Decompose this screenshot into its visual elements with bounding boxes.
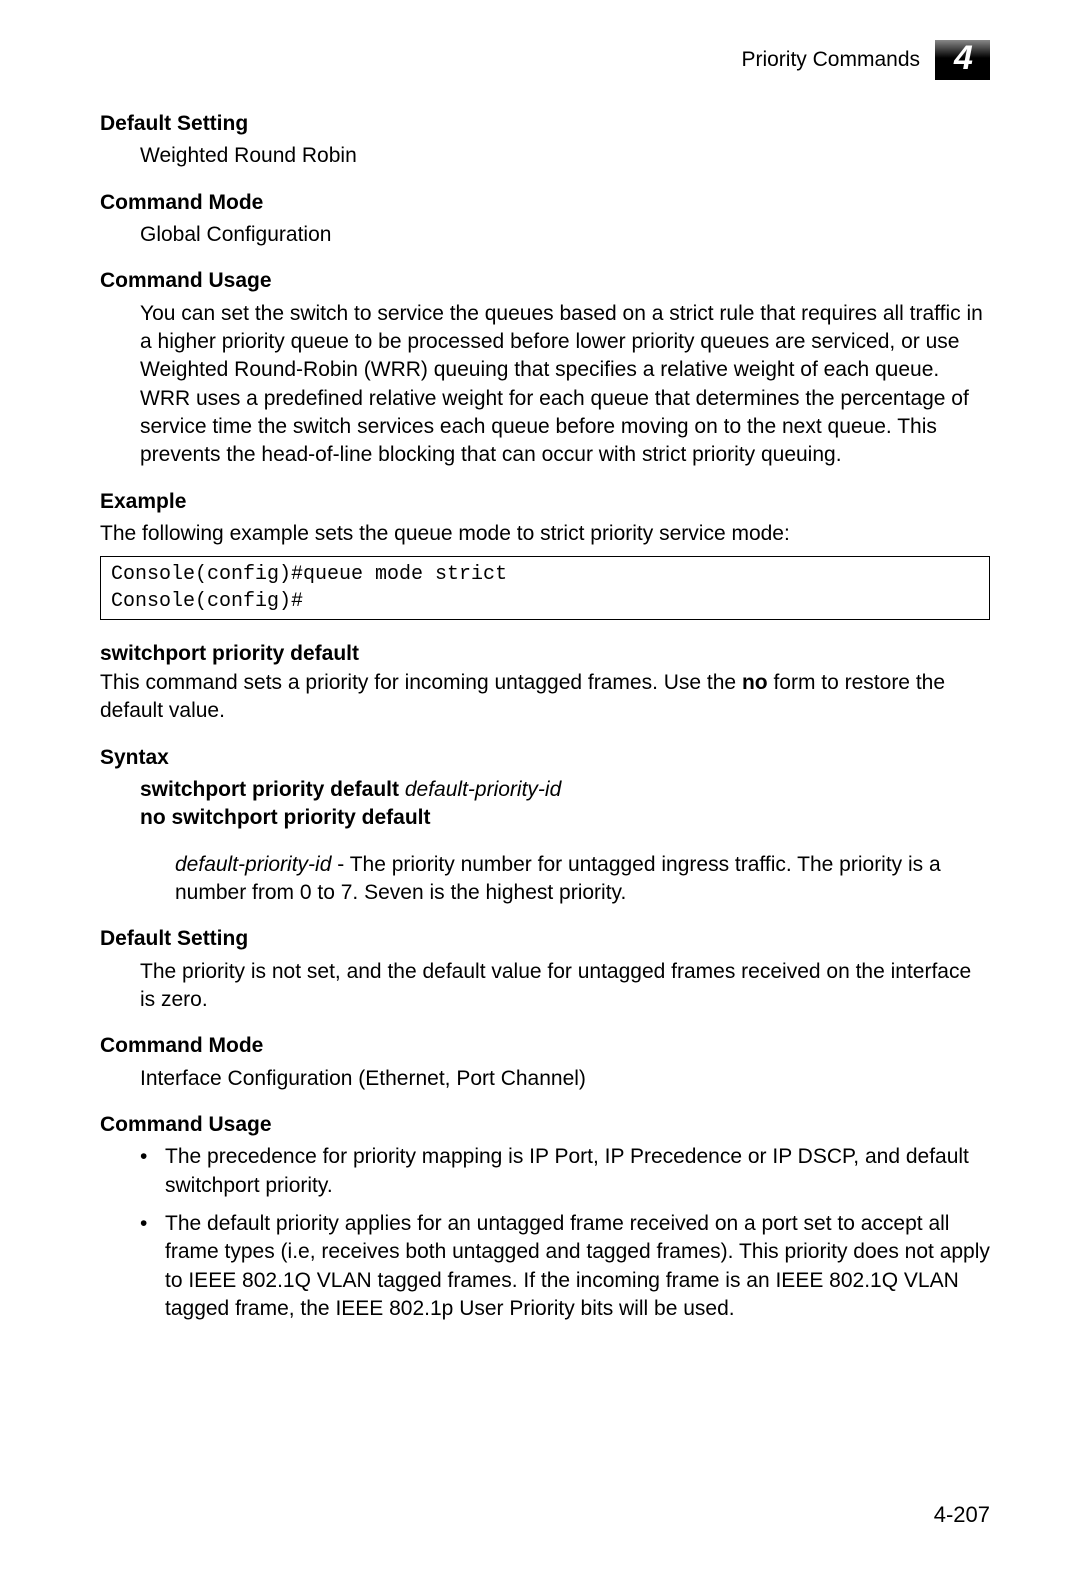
chapter-number: 4 (954, 36, 971, 82)
list-item: The precedence for priority mapping is I… (140, 1143, 990, 1200)
command-usage-heading-2: Command Usage (100, 1111, 990, 1139)
command-usage-heading: Command Usage (100, 267, 990, 295)
default-setting-body: Weighted Round Robin (140, 142, 990, 170)
page-number: 4-207 (934, 1500, 990, 1530)
desc-pre: This command sets a priority for incomin… (100, 671, 742, 694)
header-title: Priority Commands (741, 46, 920, 74)
command-mode-heading: Command Mode (100, 189, 990, 217)
command-mode-body-2: Interface Configuration (Ethernet, Port … (140, 1065, 990, 1093)
default-setting-heading: Default Setting (100, 110, 990, 138)
command-description: This command sets a priority for incomin… (100, 669, 990, 726)
syntax-heading: Syntax (100, 744, 990, 772)
example-code: Console(config)#queue mode strict Consol… (100, 556, 990, 620)
param-name: default-priority-id (175, 853, 331, 876)
page-header: Priority Commands 4 (100, 40, 990, 80)
command-mode-heading-2: Command Mode (100, 1032, 990, 1060)
chapter-badge-icon: 4 (935, 40, 990, 80)
param-sep: - (331, 853, 349, 876)
syntax-cmd: switchport priority default (140, 778, 399, 801)
syntax-param-desc: default-priority-id - The priority numbe… (175, 851, 990, 908)
syntax-line-1: switchport priority default default-prio… (140, 776, 990, 804)
command-mode-body: Global Configuration (140, 221, 990, 249)
example-heading: Example (100, 488, 990, 516)
command-usage-list: The precedence for priority mapping is I… (140, 1143, 990, 1323)
desc-no-keyword: no (742, 671, 768, 694)
default-setting-body-2: The priority is not set, and the default… (140, 958, 990, 1015)
default-setting-heading-2: Default Setting (100, 925, 990, 953)
command-title: switchport priority default (100, 640, 990, 668)
command-usage-body: You can set the switch to service the qu… (140, 300, 990, 470)
list-item: The default priority applies for an unta… (140, 1210, 990, 1323)
syntax-line-2: no switchport priority default (140, 804, 990, 832)
syntax-arg: default-priority-id (405, 778, 561, 801)
example-intro: The following example sets the queue mod… (100, 520, 990, 548)
